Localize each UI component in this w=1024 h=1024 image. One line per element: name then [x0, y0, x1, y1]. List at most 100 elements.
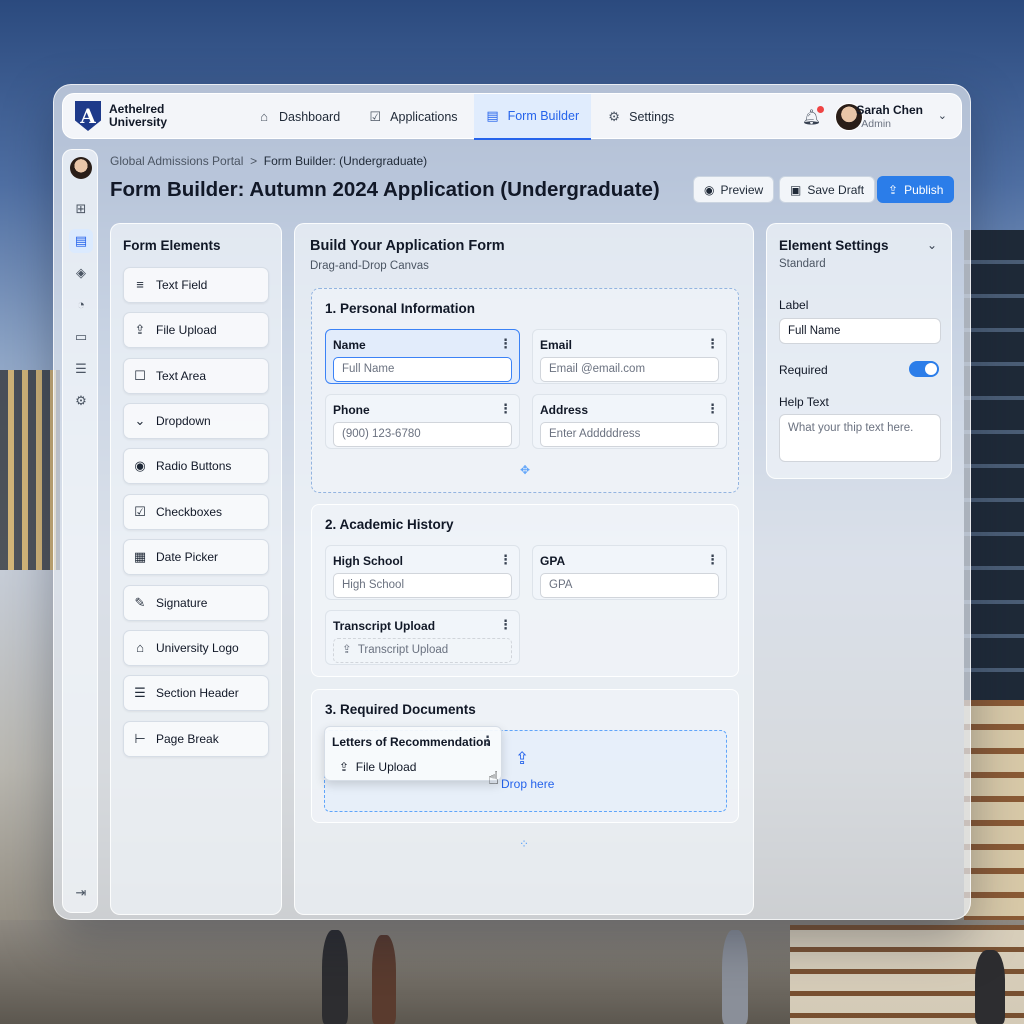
kebab-menu-icon[interactable]: ⋮	[499, 617, 512, 633]
breadcrumb-separator: >	[250, 154, 258, 168]
icon-rail: ⊞ ▤ ◈ ◔ ▭ ☰ ⚙ ⇥	[62, 149, 98, 913]
eye-icon: ◉	[704, 182, 715, 197]
nav-settings[interactable]: ⚙ Settings	[595, 94, 686, 140]
field-name[interactable]: Name ⋮ Full Name	[325, 329, 520, 384]
kebab-menu-icon[interactable]: ⋮	[499, 336, 512, 352]
element-page-break[interactable]: ⊢ Page Break	[123, 721, 269, 757]
breadcrumb-parent[interactable]: Global Admissions Portal	[110, 154, 243, 168]
checkbox-icon: ☑	[134, 504, 146, 519]
field-label: Letters of Recommendation	[332, 735, 491, 749]
element-signature[interactable]: ✎ Signature	[123, 585, 269, 621]
layers-icon[interactable]: ◈	[69, 261, 93, 285]
document-icon[interactable]: ▤	[69, 229, 93, 253]
element-text-area[interactable]: ☐ Text Area	[123, 358, 269, 394]
section-title: 1. Personal Information	[325, 301, 476, 316]
transcript-upload-text: Transcript Upload	[357, 644, 449, 656]
publish-label: Publish	[904, 182, 944, 197]
element-file-upload[interactable]: ⇪ File Upload	[123, 312, 269, 348]
phone-input[interactable]: (900) 123-6780	[333, 422, 512, 447]
element-text-field[interactable]: ≡ Text Field	[123, 267, 269, 303]
user-role: Admin	[861, 118, 891, 130]
field-address[interactable]: Address ⋮ Enter Adddddress	[532, 394, 727, 449]
transcript-upload-input[interactable]: ⇪ Transcript Upload	[333, 638, 512, 663]
dragging-field-card[interactable]: Letters of Recommendation ⋮ ⇪ File Uploa…	[324, 726, 502, 781]
background-person	[722, 930, 748, 1024]
page-title: Form Builder: Autumn 2024 Application (U…	[110, 178, 660, 201]
nav-dashboard[interactable]: ⌂ Dashboard	[245, 94, 352, 140]
notification-dot	[817, 106, 824, 113]
field-gpa[interactable]: GPA ⋮ GPA	[532, 545, 727, 600]
form-elements-title: Form Elements	[123, 238, 221, 253]
grid-icon[interactable]: ⊞	[69, 197, 93, 221]
preview-button[interactable]: ◉ Preview	[693, 176, 775, 203]
drop-here-text: Drop here	[501, 777, 555, 791]
element-dropdown[interactable]: ⌄ Dropdown	[123, 403, 269, 439]
shield-logo-icon: A	[75, 101, 101, 131]
canvas-subtitle: Drag-and-Drop Canvas	[310, 260, 429, 272]
field-label: Name	[333, 338, 366, 352]
save-icon: ▣	[790, 182, 802, 197]
bell-icon[interactable]: ◔	[69, 293, 93, 317]
email-input[interactable]: Email @email.com	[540, 357, 719, 382]
kebab-menu-icon[interactable]: ⋮	[499, 552, 512, 568]
field-phone[interactable]: Phone ⋮ (900) 123-6780	[325, 394, 520, 449]
element-label: Text Area	[156, 369, 207, 383]
required-toggle[interactable]	[909, 361, 939, 377]
drag-handle-icon[interactable]: ⁘	[519, 837, 529, 851]
background-person	[322, 930, 348, 1024]
chevron-down-icon[interactable]: ⌄	[927, 238, 937, 252]
publish-button[interactable]: ⇪ Publish	[877, 176, 955, 203]
background-person	[372, 935, 396, 1024]
element-checkboxes[interactable]: ☑ Checkboxes	[123, 494, 269, 530]
field-label: Email	[540, 338, 573, 352]
form-canvas: Build Your Application Form Drag-and-Dro…	[294, 223, 754, 915]
gear-icon[interactable]: ⚙	[69, 389, 93, 413]
field-transcript-upload[interactable]: Transcript Upload ⋮ ⇪ Transcript Upload	[325, 610, 520, 665]
chevron-down-icon[interactable]: ⌄	[938, 109, 947, 122]
kebab-menu-icon[interactable]: ⋮	[499, 401, 512, 417]
section-title: 2. Academic History	[325, 517, 454, 532]
main-nav: ⌂ Dashboard ☑ Applications ▤ Form Builde…	[245, 94, 686, 140]
dropdown-icon: ⌄	[134, 413, 146, 428]
logout-icon[interactable]: ⇥	[69, 881, 93, 905]
element-label: Radio Buttons	[156, 459, 232, 473]
section-academic-history[interactable]: 2. Academic History High School ⋮ High S…	[311, 504, 739, 677]
element-radio-buttons[interactable]: ◉ Radio Buttons	[123, 448, 269, 484]
upload-icon: ⇪	[134, 322, 146, 337]
name-input[interactable]: Full Name	[333, 357, 512, 382]
list-icon[interactable]: ☰	[69, 357, 93, 381]
gpa-input[interactable]: GPA	[540, 573, 719, 598]
element-date-picker[interactable]: ▦ Date Picker	[123, 539, 269, 575]
kebab-menu-icon[interactable]: ⋮	[706, 336, 719, 352]
address-input[interactable]: Enter Adddddress	[540, 422, 719, 447]
breadcrumb-current: Form Builder: (Undergraduate)	[263, 154, 428, 168]
background-person	[975, 950, 1005, 1024]
upload-icon: ⇪	[342, 644, 352, 656]
section-required-documents[interactable]: 3. Required Documents ⇪ Drop here Letter…	[311, 689, 739, 823]
high-school-input[interactable]: High School	[333, 573, 512, 598]
element-university-logo[interactable]: ⌂ University Logo	[123, 630, 269, 666]
folder-icon[interactable]: ▭	[69, 325, 93, 349]
pen-icon: ✎	[134, 595, 146, 610]
rail-avatar[interactable]	[70, 157, 92, 179]
kebab-menu-icon[interactable]: ⋮	[706, 552, 719, 568]
kebab-menu-icon[interactable]: ⋮	[481, 733, 494, 749]
element-section-header[interactable]: ☰ Section Header	[123, 675, 269, 711]
label-input[interactable]: Full Name	[779, 318, 941, 344]
section-personal-information[interactable]: 1. Personal Information Name ⋮ Full Name…	[311, 288, 739, 493]
nav-applications[interactable]: ☑ Applications	[356, 94, 469, 140]
nav-settings-label: Settings	[629, 110, 675, 124]
kebab-menu-icon[interactable]: ⋮	[706, 401, 719, 417]
save-draft-button[interactable]: ▣ Save Draft	[779, 176, 876, 203]
nav-form-builder[interactable]: ▤ Form Builder	[473, 94, 592, 140]
field-email[interactable]: Email ⋮ Email @email.com	[532, 329, 727, 384]
gear-icon: ⚙	[608, 109, 620, 124]
file-upload-text: File Upload	[355, 760, 417, 774]
radio-icon: ◉	[134, 458, 146, 473]
move-handle-icon[interactable]: ✥	[520, 463, 530, 477]
help-text-input[interactable]: What your thip text here.	[779, 414, 941, 462]
element-label: Signature	[156, 596, 208, 610]
field-high-school[interactable]: High School ⋮ High School	[325, 545, 520, 600]
user-name: Sarah Chen	[856, 103, 923, 117]
element-settings-panel: Element Settings ⌄ Standard Label Full N…	[766, 223, 952, 479]
